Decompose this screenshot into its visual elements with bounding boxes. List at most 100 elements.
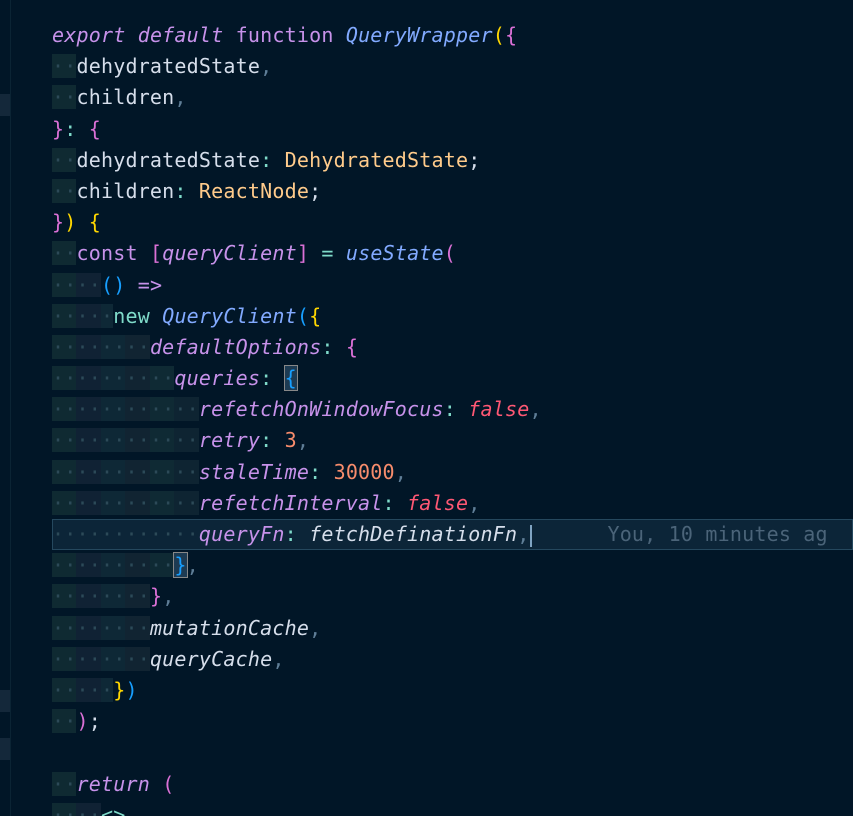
indent-guide: ·· [125, 584, 150, 609]
code-line[interactable]: ·····}) [52, 675, 853, 706]
punctuation: : [309, 459, 322, 484]
indent-guide: ·· [52, 428, 77, 453]
indent-guide: ·· [52, 615, 77, 640]
code-line[interactable]: ·····new QueryClient({ [52, 301, 853, 332]
function-name: useState [345, 241, 444, 266]
identifier: dehydratedState [76, 54, 261, 79]
bracket: { [309, 303, 322, 328]
property: queryCache [149, 646, 273, 671]
code-line[interactable]: ········defaultOptions: { [52, 332, 853, 363]
code-line[interactable]: ········queryCache, [52, 644, 853, 675]
code-line[interactable]: ··children, [52, 82, 853, 113]
punctuation: , [394, 459, 408, 484]
bracket: ( [443, 241, 457, 266]
code-line[interactable]: ··const [queryClient] = useState( [52, 238, 853, 269]
code-line[interactable]: ··children: ReactNode; [52, 176, 853, 207]
gutter-change-marker [0, 738, 10, 760]
code-line-blank[interactable] [52, 737, 853, 768]
indent-guide: ·· [125, 428, 150, 453]
indent-guide: ·· [125, 459, 150, 484]
code-area[interactable]: export default function QueryWrapper({ ·… [52, 20, 853, 816]
indent-guide: ·· [52, 85, 77, 110]
code-line[interactable]: ············refetchInterval: false, [52, 488, 853, 519]
bracket: ) [64, 210, 77, 235]
indent-guide: ·· [52, 646, 77, 671]
code-line[interactable]: }) { [52, 207, 853, 238]
code-line[interactable]: ····<> [52, 800, 853, 816]
current-line[interactable]: ············queryFn: fetchDefinationFn, Y… [52, 519, 853, 551]
punctuation: ; [309, 178, 322, 203]
indent-guide: ·· [149, 397, 175, 422]
indent-guide: ·· [76, 584, 101, 609]
punctuation: , [186, 553, 199, 578]
indent-guide: ·· [52, 272, 77, 297]
code-line[interactable]: ····() => [52, 270, 853, 301]
indent-guide: ·· [76, 677, 101, 702]
indent-guide: ·· [52, 54, 77, 79]
code-line[interactable]: ········mutationCache, [52, 613, 853, 644]
code-line[interactable]: ··········}, [52, 550, 853, 581]
indent-guide: ·· [76, 334, 101, 359]
code-line[interactable]: ············retry: 3, [52, 425, 853, 456]
punctuation: : [321, 334, 334, 359]
punctuation: , [272, 646, 285, 671]
bracket: ( [492, 23, 505, 47]
code-line[interactable]: ········}, [52, 581, 853, 612]
indent-guide: ·· [100, 584, 126, 609]
function-name: QueryWrapper [345, 23, 493, 47]
code-line[interactable]: ··return ( [52, 769, 853, 800]
indent-guide: ·· [52, 241, 77, 266]
indent-guide: ·· [174, 428, 199, 453]
bracket-match-highlight: { [283, 365, 298, 392]
punctuation: , [174, 85, 187, 110]
type-name: ReactNode [198, 178, 310, 203]
property: mutationCache [149, 615, 310, 640]
property: queryFn [198, 522, 285, 546]
code-line[interactable]: ··········queries: { [52, 363, 853, 394]
punctuation: : [284, 522, 297, 546]
code-line[interactable]: ··); [52, 706, 853, 737]
bracket: } [149, 584, 163, 609]
indent-guide: ·· [100, 646, 126, 671]
indent-guide: ·· [76, 459, 101, 484]
code-line[interactable]: ············refetchOnWindowFocus: false, [52, 394, 853, 425]
indent-guide: · [100, 303, 114, 328]
keyword: export [52, 23, 126, 47]
property: refetchOnWindowFocus [198, 397, 444, 422]
bracket: ) [125, 677, 138, 702]
bracket: { [504, 23, 518, 47]
code-line[interactable]: ··dehydratedState: DehydratedState; [52, 145, 853, 176]
bracket: ( [162, 771, 175, 796]
identifier: children [76, 178, 175, 203]
indent-guide: ·· [52, 147, 77, 172]
punctuation: ; [468, 147, 481, 172]
indent-guide: ·· [100, 459, 126, 484]
code-line[interactable]: export default function QueryWrapper({ [52, 20, 853, 51]
indent-guide: ·· [149, 428, 175, 453]
bracket: } [113, 677, 126, 702]
indent-guide: · [100, 677, 114, 702]
punctuation: : [260, 366, 273, 391]
class-name: QueryClient [162, 303, 297, 328]
code-line[interactable]: ··dehydratedState, [52, 51, 853, 82]
indent-guide: ·· [149, 459, 175, 484]
indent-guide: ·· [125, 334, 150, 359]
bracket: { [88, 210, 101, 235]
indent-guide: ·· [76, 490, 101, 515]
code-editor[interactable]: export default function QueryWrapper({ ·… [0, 0, 853, 816]
indent-guide: ·· [52, 397, 77, 422]
keyword: return [76, 771, 150, 796]
operator: => [137, 272, 163, 297]
bracket: ( [296, 303, 310, 328]
indent-guide: ·· [100, 366, 126, 391]
punctuation: : [443, 397, 456, 422]
punctuation: : [174, 178, 187, 203]
punctuation: , [517, 522, 530, 546]
indent-guide: ·· [52, 459, 77, 484]
code-line[interactable]: }: { [52, 114, 853, 145]
keyword: new [113, 303, 150, 328]
code-line[interactable]: ············staleTime: 30000, [52, 457, 853, 488]
indent-guide: ·· [52, 553, 77, 578]
indent-guide: ·· [174, 459, 199, 484]
identifier: children [76, 85, 175, 110]
